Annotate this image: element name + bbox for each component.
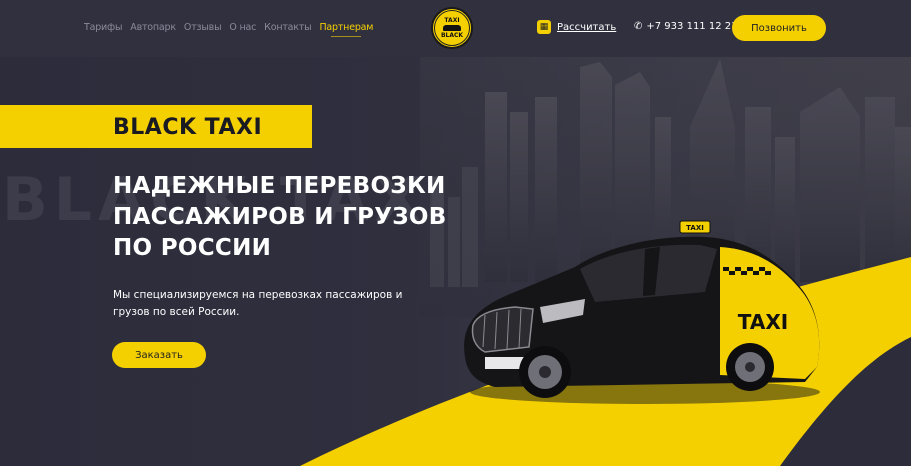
roof-sign-text: TAXI <box>686 224 704 232</box>
calculate-label[interactable]: Рассчитать <box>557 22 616 33</box>
logo-emblem: TAXI BLACK <box>434 10 470 46</box>
hero-description: Мы специализируемся на перевозках пассаж… <box>113 289 403 318</box>
nav-item-tariffs[interactable]: Тарифы <box>84 22 122 37</box>
site-header: Тарифы Автопарк Отзывы О нас Контакты Па… <box>0 0 911 57</box>
headline-line-2: ПАССАЖИРОВ И ГРУЗОВ <box>113 204 447 230</box>
site-logo[interactable]: TAXI BLACK <box>431 7 473 49</box>
nav-item-reviews[interactable]: Отзывы <box>184 22 222 37</box>
headline-line-1: НАДЕЖНЫЕ ПЕРЕВОЗКИ <box>113 173 446 199</box>
logo-car-icon <box>443 25 461 31</box>
hero-headline: НАДЕЖНЫЕ ПЕРЕВОЗКИ ПАССАЖИРОВ И ГРУЗОВ П… <box>113 171 473 264</box>
taxi-car-image: TAXI TAXI <box>464 220 820 404</box>
logo-top-text: TAXI <box>444 17 460 24</box>
phone-number[interactable]: +7 933 111 12 21 <box>646 21 737 32</box>
nav-item-fleet[interactable]: Автопарк <box>130 22 176 37</box>
calculator-icon: ▦ <box>537 20 551 34</box>
phone-link[interactable]: ✆ +7 933 111 12 21 <box>634 21 737 32</box>
order-button[interactable]: Заказать <box>112 342 206 368</box>
nav-item-contacts[interactable]: Контакты <box>264 22 311 37</box>
main-nav: Тарифы Автопарк Отзывы О нас Контакты Па… <box>84 22 373 37</box>
brand-title: BLACK TAXI <box>113 115 263 140</box>
phone-icon: ✆ <box>634 21 643 32</box>
logo-bottom-text: BLACK <box>440 32 464 39</box>
headline-line-3: ПО РОССИИ <box>113 235 272 261</box>
call-button[interactable]: Позвонить <box>732 15 826 41</box>
nav-item-about[interactable]: О нас <box>229 22 256 37</box>
nav-item-partners[interactable]: Партнерам <box>319 22 373 37</box>
door-taxi-text: TAXI <box>738 310 788 334</box>
calculate-link[interactable]: ▦ Рассчитать <box>537 20 616 34</box>
hero-section: BLACK TAXI BLACK TAXI НАДЕЖНЫЕ ПЕРЕВОЗКИ… <box>0 57 911 466</box>
